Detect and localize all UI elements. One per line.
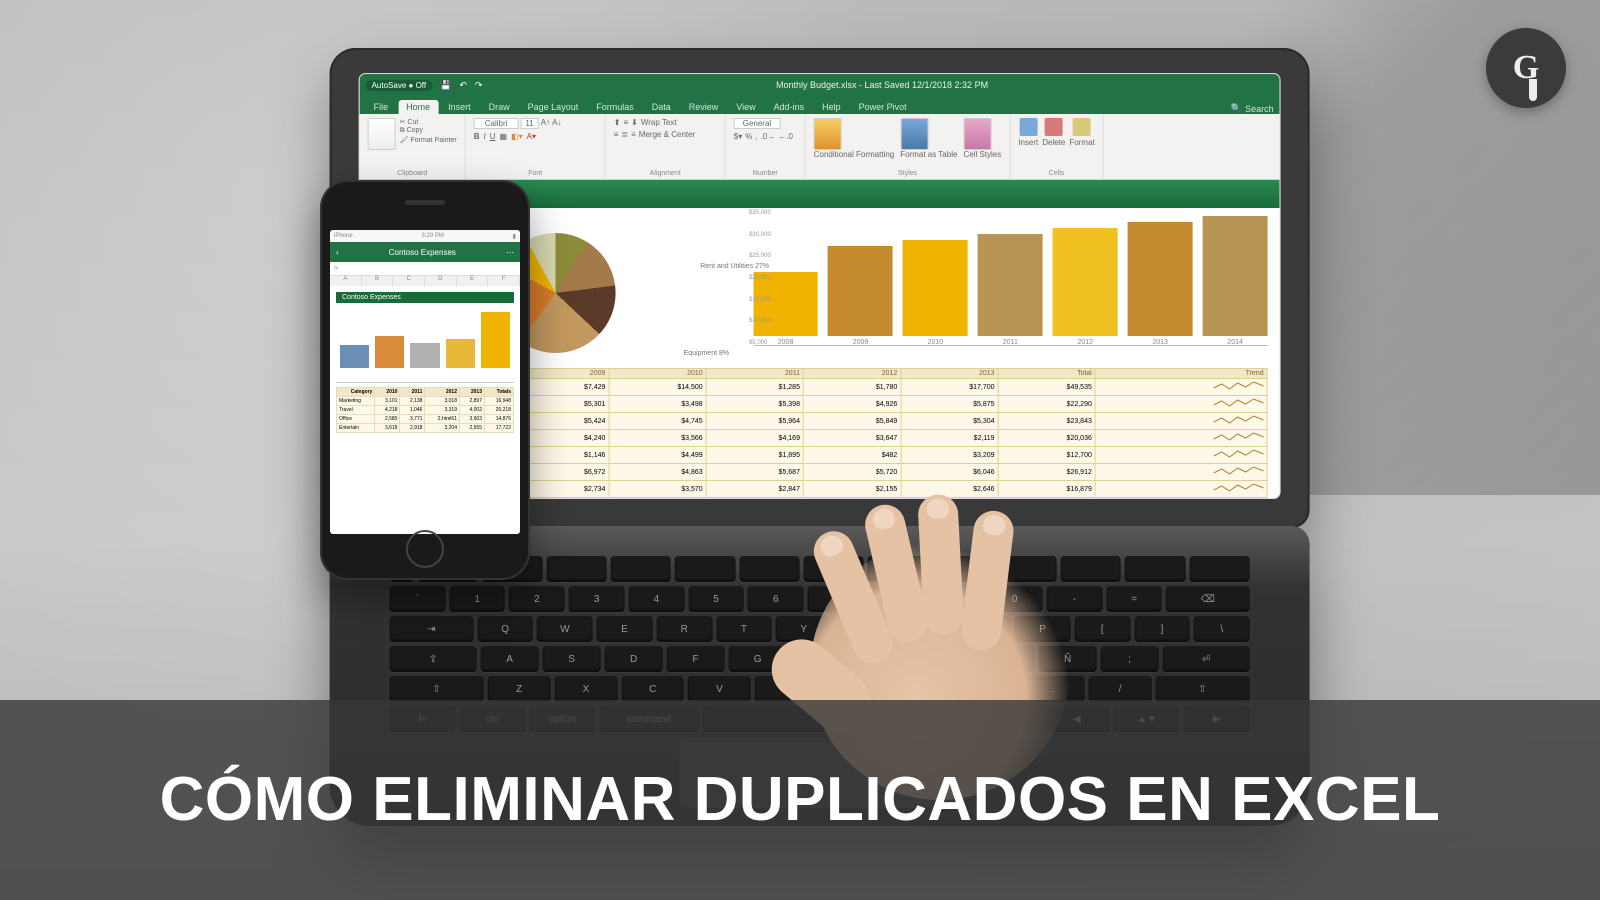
- group-alignment: ⬆≡⬇ Wrap Text ≡≣≡ Merge & Center Alignme…: [606, 114, 726, 179]
- currency-button[interactable]: $▾: [734, 132, 742, 141]
- tab-home[interactable]: Home: [398, 100, 438, 114]
- tab-pagelayout[interactable]: Page Layout: [520, 100, 587, 114]
- formula-bar[interactable]: fx: [330, 262, 520, 276]
- format-cells-button[interactable]: Format: [1069, 118, 1094, 147]
- tab-view[interactable]: View: [728, 100, 763, 114]
- merge-center-button[interactable]: Merge & Center: [639, 130, 695, 139]
- align-bottom-icon[interactable]: ⬇: [631, 118, 638, 127]
- italic-button[interactable]: I: [484, 132, 486, 141]
- increase-decimal-icon[interactable]: .0→: [761, 132, 776, 141]
- carrier-label: iPhone: [334, 233, 353, 239]
- ribbon-search[interactable]: 🔍 Search: [1231, 103, 1274, 114]
- brand-logo: G: [1486, 28, 1566, 108]
- delete-cells-button[interactable]: Delete: [1042, 118, 1065, 147]
- title-overlay: CÓMO ELIMINAR DUPLICADOS EN EXCEL: [0, 700, 1600, 900]
- group-number: General $▾ % , .0→ ←.0 Number: [726, 114, 806, 179]
- font-size-select[interactable]: 11: [520, 118, 538, 129]
- underline-button[interactable]: U: [490, 132, 496, 141]
- tab-formulas[interactable]: Formulas: [588, 100, 642, 114]
- paste-button[interactable]: [368, 118, 396, 150]
- phone-sheet-banner: Contoso Expenses: [336, 292, 514, 303]
- align-right-icon[interactable]: ≡: [631, 130, 636, 139]
- search-icon: 🔍: [1231, 103, 1242, 114]
- align-center-icon[interactable]: ≣: [621, 130, 628, 139]
- tab-review[interactable]: Review: [681, 100, 727, 114]
- align-top-icon[interactable]: ⬆: [614, 118, 621, 127]
- phone-app-header: ‹ Contoso Expenses ⋯: [330, 242, 520, 262]
- pie-label-equip: Equipment 8%: [684, 350, 730, 357]
- group-clipboard: ✂ Cut ⧉ Copy 🖌 Format Painter Clipboard: [360, 114, 466, 179]
- decrease-decimal-icon[interactable]: ←.0: [778, 132, 793, 141]
- phone-column-headers: ABCDEF: [330, 276, 520, 286]
- tab-powerpivot[interactable]: Power Pivot: [851, 100, 915, 114]
- insert-cells-button[interactable]: Insert: [1018, 118, 1038, 147]
- cell-styles-button[interactable]: Cell Styles: [963, 118, 1001, 159]
- comma-button[interactable]: ,: [755, 132, 757, 141]
- tab-addins[interactable]: Add-ins: [766, 100, 813, 114]
- copy-button[interactable]: ⧉ Copy: [400, 127, 457, 135]
- phone-screen: iPhone 3:20 PM ▮ ‹ Contoso Expenses ⋯ fx…: [330, 230, 520, 534]
- styles-label: Styles: [814, 170, 1002, 177]
- tab-data[interactable]: Data: [644, 100, 679, 114]
- increase-font-icon[interactable]: A↑: [541, 118, 550, 129]
- back-icon[interactable]: ‹: [336, 248, 339, 257]
- cells-label: Cells: [1018, 170, 1094, 177]
- decrease-font-icon[interactable]: A↓: [552, 118, 561, 129]
- tab-insert[interactable]: Insert: [440, 100, 479, 114]
- alignment-label: Alignment: [614, 170, 717, 177]
- ribbon-tabs: File Home Insert Draw Page Layout Formul…: [360, 96, 1280, 114]
- font-label: Font: [474, 170, 597, 177]
- group-cells: Insert Delete Format Cells: [1010, 114, 1103, 179]
- group-font: Calibri 11 A↑ A↓ B I U ▦ ◧▾ A▾: [466, 114, 606, 179]
- main-heading: CÓMO ELIMINAR DUPLICADOS EN EXCEL: [160, 765, 1441, 834]
- phone-device: iPhone 3:20 PM ▮ ‹ Contoso Expenses ⋯ fx…: [320, 180, 530, 580]
- search-label: Search: [1245, 104, 1274, 114]
- fill-color-button[interactable]: ◧▾: [511, 132, 523, 141]
- battery-icon: ▮: [513, 233, 516, 240]
- border-button[interactable]: ▦: [500, 132, 508, 141]
- font-name-select[interactable]: Calibri: [474, 118, 519, 129]
- align-left-icon[interactable]: ≡: [614, 130, 619, 139]
- redo-icon[interactable]: ↷: [475, 80, 483, 91]
- tab-draw[interactable]: Draw: [481, 100, 518, 114]
- wrap-text-button[interactable]: Wrap Text: [641, 118, 677, 127]
- tab-file[interactable]: File: [366, 100, 397, 114]
- font-color-button[interactable]: A▾: [527, 132, 536, 141]
- autosave-toggle[interactable]: AutoSave ● Off: [366, 80, 433, 91]
- align-middle-icon[interactable]: ≡: [623, 118, 628, 127]
- phone-bar-chart: [336, 303, 514, 383]
- tab-help[interactable]: Help: [814, 100, 849, 114]
- save-icon[interactable]: 💾: [440, 80, 451, 91]
- clipboard-label: Clipboard: [368, 170, 457, 177]
- conditional-formatting-button[interactable]: Conditional Formatting: [814, 118, 894, 159]
- group-styles: Conditional Formatting Format as Table C…: [806, 114, 1011, 179]
- more-icon[interactable]: ⋯: [506, 248, 514, 257]
- cut-button[interactable]: ✂ Cut: [400, 118, 457, 126]
- phone-statusbar: iPhone 3:20 PM ▮: [330, 230, 520, 242]
- undo-icon[interactable]: ↶: [459, 80, 467, 91]
- phone-sheet-title: Contoso Expenses: [345, 248, 500, 257]
- percent-button[interactable]: %: [745, 132, 752, 141]
- bar-chart: $35,000$30,000$25,000$20,000$15,000$10,0…: [753, 216, 1268, 360]
- document-title: Monthly Budget.xlsx - Last Saved 12/1/20…: [776, 80, 988, 90]
- format-painter-button[interactable]: 🖌 Format Painter: [400, 136, 457, 144]
- number-label: Number: [734, 170, 797, 177]
- ribbon: ✂ Cut ⧉ Copy 🖌 Format Painter Clipboard …: [360, 114, 1280, 180]
- phone-table: Category2010201120122013TotalsMarketing3…: [336, 387, 514, 433]
- number-format-select[interactable]: General: [734, 118, 780, 129]
- excel-titlebar: AutoSave ● Off 💾 ↶ ↷ Monthly Budget.xlsx…: [360, 74, 1280, 96]
- bold-button[interactable]: B: [474, 132, 480, 141]
- format-as-table-button[interactable]: Format as Table: [900, 118, 957, 159]
- status-time: 3:20 PM: [422, 233, 444, 239]
